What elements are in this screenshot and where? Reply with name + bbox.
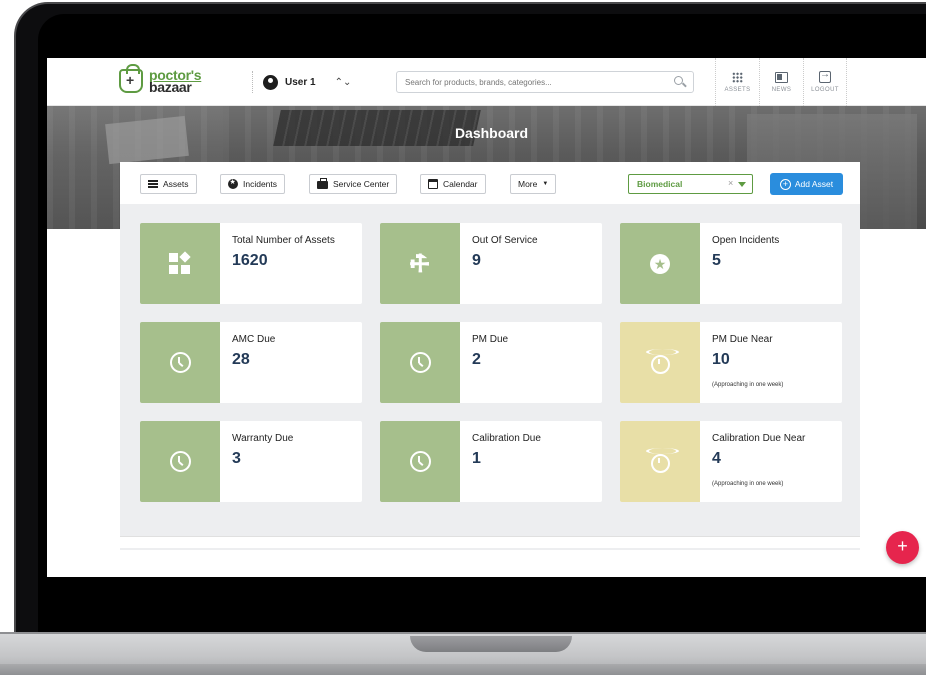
laptop-frame: poctor's bazaar User 1 ⌃⌄ ASSETS bbox=[0, 0, 926, 675]
chevron-up-down-icon: ⌃⌄ bbox=[334, 76, 352, 88]
card-note: (Approaching in one week) bbox=[712, 481, 784, 487]
card-note: (Approaching in one week) bbox=[712, 382, 784, 388]
card-icon-box bbox=[140, 322, 220, 403]
card-value: 5 bbox=[712, 252, 721, 269]
page-title: Dashboard bbox=[454, 125, 529, 141]
card-title: Out Of Service bbox=[472, 235, 538, 246]
nav-news-button[interactable]: NEWS bbox=[759, 58, 803, 106]
assets-button-label: Assets bbox=[163, 179, 189, 189]
card-value: 1 bbox=[472, 450, 481, 467]
alarm-clock-icon bbox=[645, 349, 679, 374]
card-title: AMC Due bbox=[232, 334, 276, 345]
card-out-of-service[interactable]: ⚒ Out Of Service 9 bbox=[380, 223, 602, 304]
logo[interactable]: poctor's bazaar bbox=[119, 64, 202, 94]
card-icon-box: ⚒ bbox=[380, 223, 460, 304]
clock-icon bbox=[169, 451, 191, 472]
card-title: Warranty Due bbox=[232, 433, 294, 444]
calendar-icon bbox=[428, 179, 438, 189]
card-value: 1620 bbox=[232, 252, 268, 269]
news-icon bbox=[775, 71, 788, 83]
card-pm-due[interactable]: PM Due 2 bbox=[380, 322, 602, 403]
card-title: Open Incidents bbox=[712, 235, 780, 246]
add-asset-button[interactable]: + Add Asset bbox=[770, 173, 843, 195]
clock-icon bbox=[169, 352, 191, 373]
card-warranty-due[interactable]: Warranty Due 3 bbox=[140, 421, 362, 502]
card-value: 10 bbox=[712, 351, 730, 368]
card-icon-box bbox=[620, 322, 700, 403]
card-calibration-due[interactable]: Calibration Due 1 bbox=[380, 421, 602, 502]
card-total-assets[interactable]: Total Number of Assets 1620 bbox=[140, 223, 362, 304]
card-value: 3 bbox=[232, 450, 241, 467]
card-title: PM Due Near bbox=[712, 334, 773, 345]
card-amc-due[interactable]: AMC Due 28 bbox=[140, 322, 362, 403]
laptop-notch bbox=[410, 636, 572, 652]
clock-icon bbox=[409, 451, 431, 472]
card-value: 28 bbox=[232, 351, 250, 368]
card-icon-box bbox=[140, 223, 220, 304]
category-filter-select[interactable]: Biomedical × bbox=[628, 174, 753, 194]
nav-logout-button[interactable]: LOGOUT bbox=[803, 58, 847, 106]
user-name: User 1 bbox=[285, 76, 316, 88]
nav-news-label: NEWS bbox=[771, 86, 792, 93]
dashboard-toolbar: Assets Incidents Service Center Calendar… bbox=[120, 162, 860, 204]
clear-filter-icon[interactable]: × bbox=[728, 178, 733, 188]
more-dropdown-button[interactable]: More ▼ bbox=[510, 174, 557, 194]
card-icon-box bbox=[620, 421, 700, 502]
calendar-button[interactable]: Calendar bbox=[420, 174, 486, 194]
list-icon bbox=[148, 180, 158, 188]
laptop-base-edge bbox=[0, 664, 926, 675]
wrench-icon: ⚒ bbox=[403, 247, 436, 279]
card-value: 9 bbox=[472, 252, 481, 269]
card-icon-box: ★ bbox=[620, 223, 700, 304]
header-nav: ASSETS NEWS LOGOUT bbox=[715, 58, 847, 106]
add-asset-button-label: Add Asset bbox=[794, 179, 834, 189]
alarm-clock-icon bbox=[645, 448, 679, 473]
card-value: 2 bbox=[472, 351, 481, 368]
service-center-button-label: Service Center bbox=[333, 179, 390, 189]
more-button-label: More bbox=[518, 179, 538, 189]
search-icon[interactable] bbox=[674, 76, 683, 85]
incidents-button[interactable]: Incidents bbox=[220, 174, 286, 194]
service-center-button[interactable]: Service Center bbox=[309, 174, 398, 194]
panel-footer bbox=[120, 536, 860, 548]
grid-icon bbox=[732, 71, 743, 83]
user-switcher[interactable]: User 1 ⌃⌄ bbox=[252, 71, 351, 93]
card-open-incidents[interactable]: ★ Open Incidents 5 bbox=[620, 223, 842, 304]
card-title: Calibration Due bbox=[472, 433, 541, 444]
card-icon-box bbox=[380, 421, 460, 502]
assets-button[interactable]: Assets bbox=[140, 174, 197, 194]
clock-icon bbox=[409, 352, 431, 373]
app-screen: poctor's bazaar User 1 ⌃⌄ ASSETS bbox=[47, 58, 926, 577]
caret-down-icon: ▼ bbox=[542, 181, 549, 187]
nav-assets-label: ASSETS bbox=[724, 86, 751, 93]
card-title: Total Number of Assets bbox=[232, 235, 335, 246]
floating-add-button[interactable]: + bbox=[886, 531, 919, 564]
incidents-button-label: Incidents bbox=[243, 179, 278, 189]
card-title: PM Due bbox=[472, 334, 509, 345]
card-pm-due-near[interactable]: PM Due Near 10 (Approaching in one week) bbox=[620, 322, 842, 403]
card-value: 4 bbox=[712, 450, 721, 467]
logout-icon bbox=[819, 69, 831, 83]
user-avatar-icon bbox=[263, 74, 278, 90]
incident-star-icon bbox=[228, 178, 238, 189]
card-title: Calibration Due Near bbox=[712, 433, 806, 444]
top-header: poctor's bazaar User 1 ⌃⌄ ASSETS bbox=[47, 58, 926, 106]
search-box bbox=[396, 71, 694, 93]
shopping-bag-logo-icon bbox=[119, 64, 143, 93]
dashboard-panel: Assets Incidents Service Center Calendar… bbox=[120, 162, 860, 550]
star-icon: ★ bbox=[650, 253, 670, 274]
search-input[interactable] bbox=[405, 72, 665, 92]
calendar-button-label: Calendar bbox=[443, 179, 478, 189]
briefcase-icon bbox=[317, 178, 328, 189]
dropdown-caret-icon[interactable] bbox=[738, 182, 746, 187]
shapes-icon bbox=[169, 250, 191, 275]
card-calibration-due-near[interactable]: Calibration Due Near 4 (Approaching in o… bbox=[620, 421, 842, 502]
card-icon-box bbox=[140, 421, 220, 502]
category-filter-value: Biomedical bbox=[637, 179, 683, 189]
nav-assets-button[interactable]: ASSETS bbox=[715, 58, 759, 106]
nav-logout-label: LOGOUT bbox=[811, 87, 839, 93]
plus-circle-icon: + bbox=[779, 178, 791, 190]
card-icon-box bbox=[380, 322, 460, 403]
